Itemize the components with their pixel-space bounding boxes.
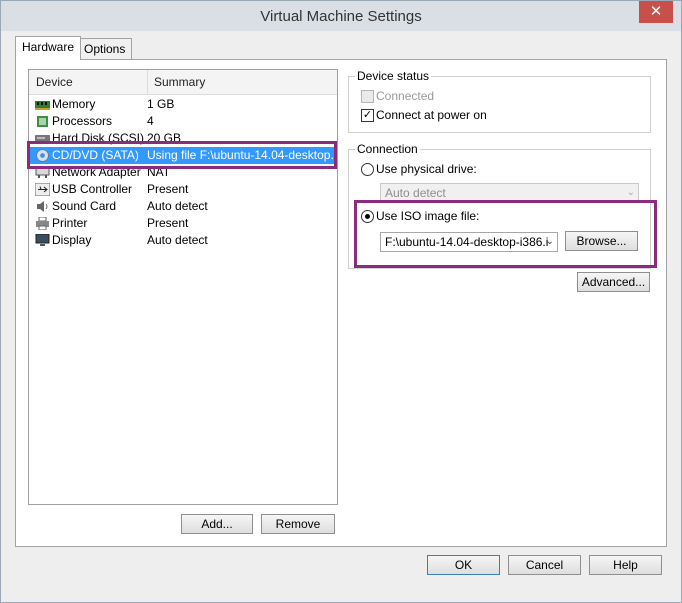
column-header-device[interactable]: Device: [36, 70, 73, 94]
connect-at-power-on-checkbox[interactable]: ✓: [361, 109, 374, 122]
processor-icon: [37, 116, 48, 127]
usb-icon: [35, 183, 50, 196]
connected-checkbox[interactable]: [361, 90, 374, 103]
connection-label: Connection: [355, 142, 420, 156]
device-name: USB Controller: [52, 182, 133, 196]
device-summary: Using file F:\ubuntu-14.04-desktop...: [147, 148, 341, 162]
device-name: Hard Disk (SCSI): [52, 131, 145, 145]
device-name: Memory: [52, 97, 96, 111]
display-icon: [35, 234, 50, 246]
device-row-usb-controller[interactable]: USB Controller Present: [29, 181, 337, 198]
device-name: Display: [52, 233, 92, 247]
device-summary: 20 GB: [147, 131, 182, 145]
title-bar: Virtual Machine Settings ✕: [1, 1, 681, 31]
remove-device-button[interactable]: Remove: [261, 514, 335, 534]
device-row-processors[interactable]: Processors 4: [29, 113, 337, 130]
advanced-button[interactable]: Advanced...: [577, 272, 650, 292]
device-name: Processors: [52, 114, 113, 128]
cancel-button[interactable]: Cancel: [508, 555, 581, 575]
physical-drive-select[interactable]: Auto detect ⌄: [380, 183, 639, 203]
speaker-icon: [37, 201, 48, 212]
physical-drive-value: Auto detect: [385, 186, 446, 200]
device-row-network-adapter[interactable]: Network Adapter NAT: [29, 164, 337, 181]
connect-at-power-on-label: Connect at power on: [376, 108, 487, 122]
device-status-group: [348, 76, 651, 133]
device-name: CD/DVD (SATA): [52, 148, 139, 162]
device-summary: 1 GB: [147, 97, 175, 111]
tab-options[interactable]: Options: [77, 38, 133, 59]
device-list[interactable]: Device Summary Memory 1 GB Processors 4 …: [28, 69, 341, 505]
device-row-hard-disk[interactable]: Hard Disk (SCSI) 20 GB: [29, 130, 337, 147]
tab-hardware[interactable]: Hardware: [15, 36, 82, 60]
device-summary: Auto detect: [147, 233, 208, 247]
printer-icon: [36, 217, 49, 230]
connected-label: Connected: [376, 89, 435, 103]
close-button[interactable]: ✕: [639, 1, 673, 23]
device-summary: Present: [147, 216, 189, 230]
device-summary: Present: [147, 182, 189, 196]
use-physical-drive-label: Use physical drive:: [376, 162, 477, 176]
device-row-printer[interactable]: Printer Present: [29, 215, 337, 232]
device-status-label: Device status: [355, 69, 432, 83]
device-row-memory[interactable]: Memory 1 GB: [29, 96, 337, 113]
device-summary: Auto detect: [147, 199, 208, 213]
device-summary: 4: [147, 114, 154, 128]
window-title: Virtual Machine Settings: [260, 8, 422, 25]
chevron-down-icon: ⌄: [626, 187, 635, 198]
ok-button[interactable]: OK: [427, 555, 500, 575]
device-summary: NAT: [147, 165, 171, 179]
device-name: Printer: [52, 216, 88, 230]
device-row-display[interactable]: Display Auto detect: [29, 232, 337, 249]
device-name: Sound Card: [52, 199, 117, 213]
device-list-header: Device Summary: [29, 70, 337, 95]
hard-disk-icon: [35, 135, 50, 143]
device-row-cd-dvd[interactable]: CD/DVD (SATA) Using file F:\ubuntu-14.04…: [29, 147, 341, 164]
use-iso-image-label: Use ISO image file:: [376, 209, 480, 223]
chevron-down-icon: ⌄: [545, 236, 554, 247]
network-adapter-icon: [35, 167, 50, 178]
close-icon: ✕: [649, 3, 663, 20]
device-row-sound-card[interactable]: Sound Card Auto detect: [29, 198, 337, 215]
settings-window: Virtual Machine Settings ✕ Hardware Opti…: [0, 0, 682, 603]
browse-button[interactable]: Browse...: [565, 231, 638, 251]
help-button[interactable]: Help: [589, 555, 662, 575]
check-icon: ✓: [362, 109, 373, 121]
iso-path-combobox[interactable]: F:\ubuntu-14.04-desktop-i386.i ⌄: [380, 232, 558, 252]
memory-icon: [35, 101, 50, 110]
use-physical-drive-radio[interactable]: [361, 163, 374, 176]
add-device-button[interactable]: Add...: [181, 514, 253, 534]
device-name: Network Adapter: [52, 165, 141, 179]
cd-dvd-icon: [36, 149, 49, 162]
iso-path-value: F:\ubuntu-14.04-desktop-i386.i: [385, 235, 549, 249]
column-header-summary[interactable]: Summary: [147, 70, 205, 94]
use-iso-image-radio[interactable]: [361, 210, 374, 223]
